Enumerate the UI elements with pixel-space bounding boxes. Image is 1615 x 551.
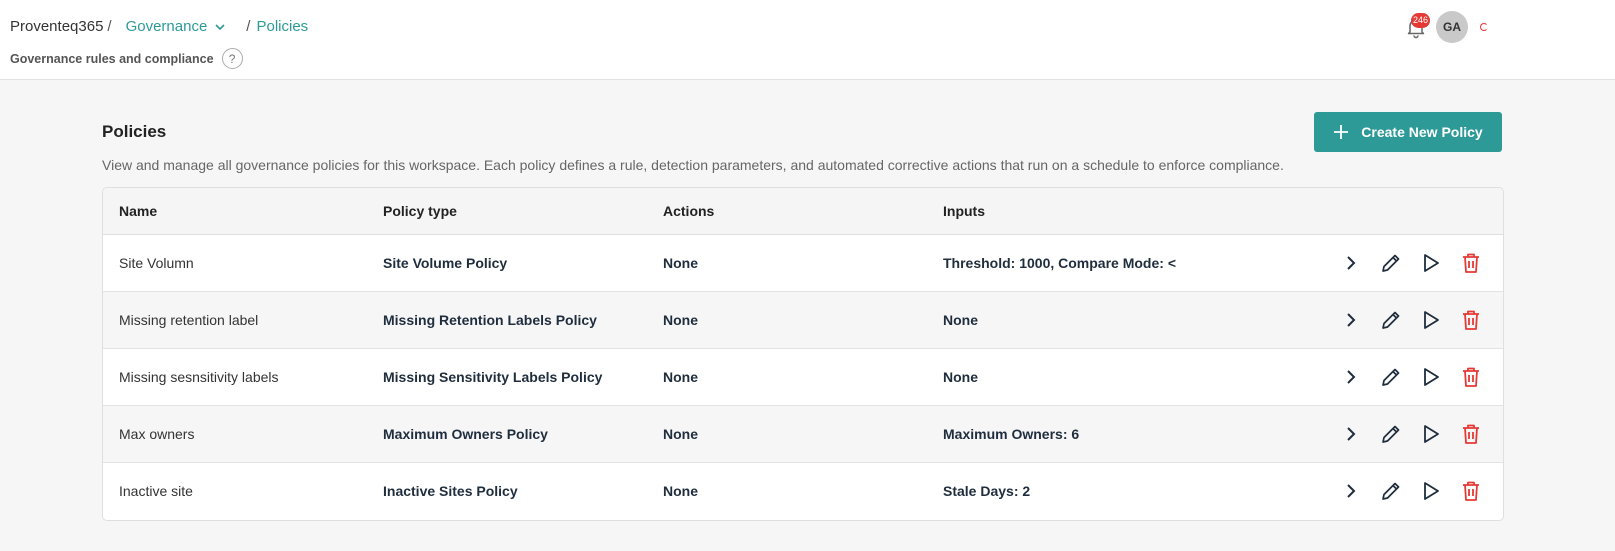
trash-icon[interactable] [1451, 300, 1491, 340]
create-new-policy-button[interactable]: Create New Policy [1314, 112, 1502, 152]
cell-actions: None [663, 369, 698, 385]
breadcrumb-governance-dropdown[interactable]: Governance [126, 18, 243, 35]
row-actions [1331, 414, 1491, 454]
cell-name: Missing sesnsitivity labels [119, 369, 279, 385]
play-icon[interactable] [1411, 357, 1451, 397]
cell-policy-type: Inactive Sites Policy [383, 483, 518, 499]
column-header-name: Name [119, 203, 158, 219]
trash-icon[interactable] [1451, 357, 1491, 397]
breadcrumb-governance[interactable]: Governance [126, 18, 208, 35]
cell-name: Max owners [119, 426, 195, 442]
cell-policy-type: Maximum Owners Policy [383, 426, 548, 442]
play-icon[interactable] [1411, 243, 1451, 283]
notification-badge: 246 [1411, 13, 1430, 28]
page-title: Policies [102, 122, 167, 141]
table-row: Missing retention label Missing Retentio… [103, 292, 1503, 349]
table-header: Name Policy type Actions Inputs [103, 188, 1503, 235]
row-actions [1331, 300, 1491, 340]
cell-inputs: None [943, 369, 978, 385]
breadcrumb-root[interactable]: Proventeq365 [10, 18, 103, 35]
cell-policy-type: Site Volume Policy [383, 255, 508, 271]
pencil-icon[interactable] [1371, 243, 1411, 283]
cell-name: Inactive site [119, 483, 193, 499]
pencil-icon[interactable] [1371, 414, 1411, 454]
chevron-right-icon[interactable] [1331, 414, 1371, 454]
chevron-right-icon[interactable] [1331, 300, 1371, 340]
chevron-right-icon[interactable] [1331, 357, 1371, 397]
chevron-right-icon[interactable] [1331, 243, 1371, 283]
chevron-down-icon [215, 23, 225, 30]
trash-icon[interactable] [1451, 243, 1491, 283]
plus-icon [1334, 125, 1349, 139]
trash-icon[interactable] [1451, 471, 1491, 511]
table-row: Max owners Maximum Owners Policy None Ma… [103, 406, 1503, 463]
column-header-actions: Actions [663, 203, 715, 219]
table-row: Inactive site Inactive Sites Policy None… [103, 463, 1503, 519]
play-icon[interactable] [1411, 471, 1451, 511]
row-actions [1331, 357, 1491, 397]
cell-inputs: Stale Days: 2 [943, 483, 1031, 499]
pencil-icon[interactable] [1371, 471, 1411, 511]
table-row: Site Volumn Site Volume Policy None Thre… [103, 235, 1503, 292]
help-icon[interactable]: ? [221, 48, 243, 69]
table-row: Missing sesnsitivity labels Missing Sens… [103, 349, 1503, 406]
top-bar: Proventeq365 / Governance / Policies Gov… [0, 0, 1615, 80]
status-indicator [1480, 23, 1488, 31]
cell-inputs: Threshold: 1000, Compare Mode: < [943, 255, 1176, 271]
cell-actions: None [663, 255, 698, 271]
page-description: View and manage all governance policies … [102, 157, 1284, 173]
pencil-icon[interactable] [1371, 357, 1411, 397]
subtitle-text: Governance rules and compliance [10, 51, 214, 66]
cell-actions: None [663, 426, 698, 442]
row-actions [1331, 471, 1491, 511]
cell-inputs: None [943, 312, 978, 328]
cell-actions: None [663, 312, 698, 328]
breadcrumb-policies[interactable]: Policies [256, 18, 308, 35]
column-header-inputs: Inputs [943, 203, 985, 219]
breadcrumb-separator: / [107, 18, 112, 35]
trash-icon[interactable] [1451, 414, 1491, 454]
row-actions [1331, 243, 1491, 283]
policies-table: Name Policy type Actions Inputs Site Vol… [102, 187, 1504, 521]
play-icon[interactable] [1411, 300, 1451, 340]
page-subtitle: Governance rules and compliance ? [10, 48, 243, 69]
column-header-policy-type: Policy type [383, 203, 457, 219]
avatar[interactable]: GA [1436, 11, 1468, 43]
cell-policy-type: Missing Sensitivity Labels Policy [383, 369, 603, 385]
breadcrumb-separator: / [246, 18, 251, 35]
cell-name: Missing retention label [119, 312, 259, 328]
breadcrumb: Proventeq365 / Governance / Policies [10, 18, 308, 35]
cell-name: Site Volumn [119, 255, 194, 271]
pencil-icon[interactable] [1371, 300, 1411, 340]
chevron-right-icon[interactable] [1331, 471, 1371, 511]
cell-inputs: Maximum Owners: 6 [943, 426, 1080, 442]
create-new-policy-label: Create New Policy [1361, 124, 1483, 140]
play-icon[interactable] [1411, 414, 1451, 454]
cell-actions: None [663, 483, 698, 499]
cell-policy-type: Missing Retention Labels Policy [383, 312, 597, 328]
